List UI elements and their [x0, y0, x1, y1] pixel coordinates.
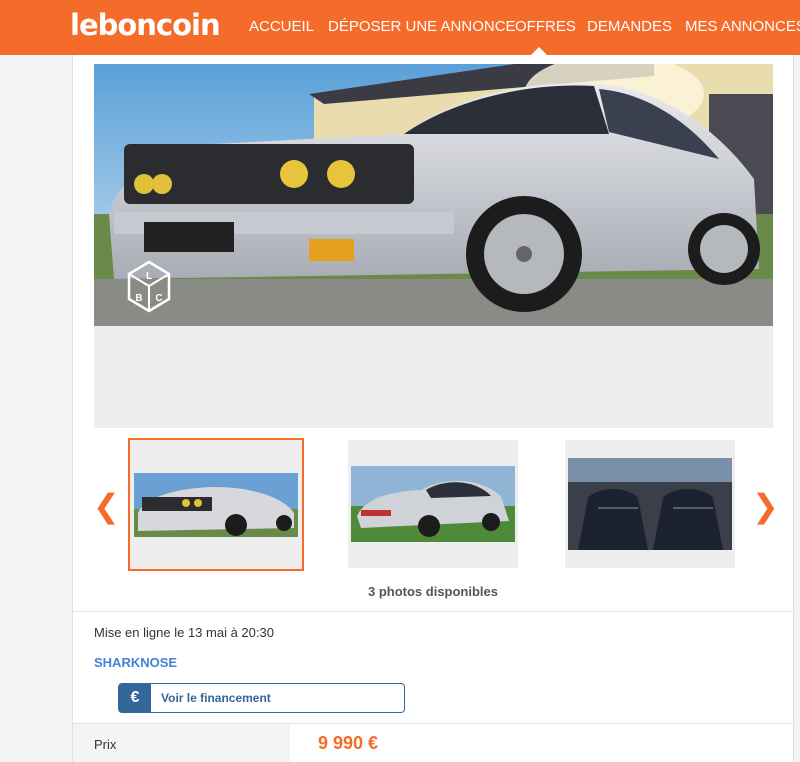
thumbnail-3-image	[568, 458, 732, 550]
posted-date: Mise en ligne le 13 mai à 20:30	[94, 625, 274, 640]
nav-accueil[interactable]: ACCUEIL	[249, 18, 314, 35]
thumbnail-1-image	[134, 472, 298, 537]
financing-label: Voir le financement	[161, 691, 271, 705]
nav-mes-annonces[interactable]: MES ANNONCES	[685, 18, 800, 35]
thumbnail-2-image	[351, 466, 515, 542]
svg-text:C: C	[155, 293, 162, 304]
price-row: Prix 9 990 €	[73, 724, 793, 762]
photo-count: 3 photos disponibles	[367, 584, 498, 599]
nav-deposer-annonce[interactable]: DÉPOSER UNE ANNONCE	[328, 18, 516, 35]
financing-button[interactable]: € Voir le financement	[118, 683, 405, 713]
main-photo[interactable]: L B C	[94, 64, 773, 428]
seller-name[interactable]: SHARKNOSE	[94, 655, 177, 670]
active-nav-caret	[531, 47, 547, 55]
main-photo-image: L B C	[94, 64, 773, 326]
euro-icon: €	[119, 684, 151, 712]
thumbnail-2[interactable]	[348, 440, 518, 568]
price-label: Prix	[94, 737, 117, 752]
svg-text:L: L	[146, 271, 152, 282]
nav-offres[interactable]: OFFRES	[515, 18, 576, 35]
divider	[73, 611, 793, 612]
price-label-cell: Prix	[73, 724, 290, 762]
site-header: leboncoin ACCUEIL DÉPOSER UNE ANNONCE OF…	[0, 0, 800, 55]
chevron-left-icon[interactable]: ❮	[93, 487, 120, 525]
svg-text:B: B	[135, 293, 142, 304]
thumbnail-3[interactable]	[565, 440, 735, 568]
thumbnail-1[interactable]	[128, 438, 304, 571]
leboncoin-logo[interactable]: leboncoin	[70, 8, 221, 42]
chevron-right-icon[interactable]: ❯	[752, 487, 779, 525]
nav-demandes[interactable]: DEMANDES	[587, 18, 672, 35]
price-value: 9 990 €	[318, 733, 379, 753]
